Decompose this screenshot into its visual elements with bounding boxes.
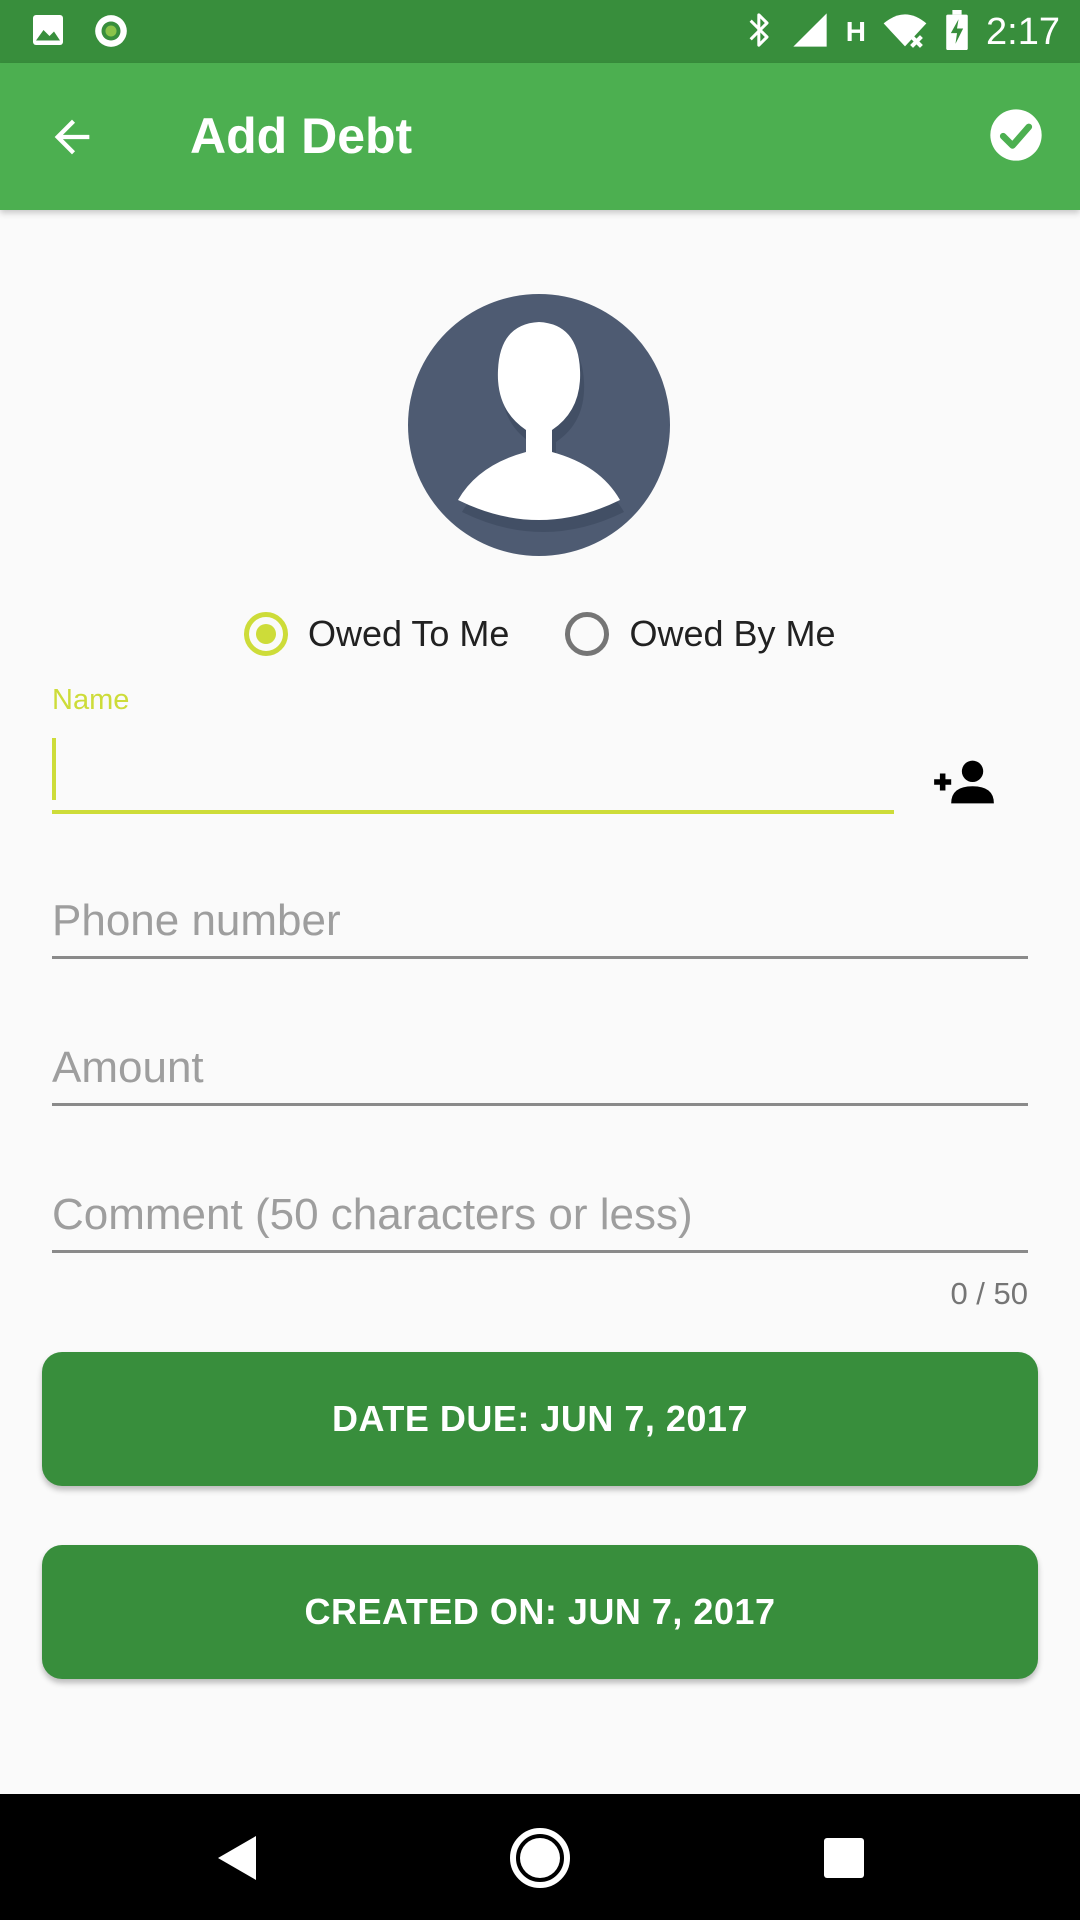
battery-charging-icon xyxy=(944,9,970,55)
nav-home-icon xyxy=(502,1828,578,1900)
phone-field[interactable]: Phone number xyxy=(52,876,1028,959)
amount-field[interactable]: Amount xyxy=(52,1023,1028,1106)
nav-recents-icon xyxy=(806,1838,882,1900)
radio-owed-by-me[interactable]: Owed By Me xyxy=(565,612,836,656)
signal-icon xyxy=(790,10,830,55)
comment-placeholder: Comment (50 characters or less) xyxy=(52,1190,693,1239)
add-debt-screen: H 2:17 Add Debt Owed To Me Owed By Me Na… xyxy=(0,0,1080,1920)
created-on-button[interactable]: CREATED ON: JUN 7, 2017 xyxy=(42,1545,1038,1679)
nav-home-button[interactable] xyxy=(502,1820,578,1896)
wifi-off-icon xyxy=(882,10,928,55)
text-cursor xyxy=(52,738,56,800)
nav-recents-button[interactable] xyxy=(806,1820,882,1896)
radio-label: Owed By Me xyxy=(629,613,836,654)
comment-field[interactable]: Comment (50 characters or less) xyxy=(52,1170,1028,1253)
phone-placeholder: Phone number xyxy=(52,896,341,945)
name-label: Name xyxy=(52,684,130,716)
avatar[interactable] xyxy=(408,294,670,556)
person-add-icon xyxy=(932,760,996,812)
radio-label: Owed To Me xyxy=(308,613,510,654)
person-avatar-icon xyxy=(408,294,670,560)
check-circle-icon xyxy=(988,109,1044,167)
app-bar: Add Debt xyxy=(0,63,1080,210)
status-bar: H 2:17 xyxy=(0,0,1080,63)
add-contact-button[interactable] xyxy=(932,756,996,808)
comment-char-counter: 0 / 50 xyxy=(950,1276,1028,1311)
image-icon xyxy=(30,12,66,55)
debt-type-radio-group: Owed To Me Owed By Me xyxy=(244,612,836,656)
radio-unchecked-icon xyxy=(565,612,610,656)
arrow-back-icon xyxy=(46,119,98,167)
nav-back-icon xyxy=(198,1836,274,1900)
name-field[interactable] xyxy=(52,730,894,814)
radio-checked-icon xyxy=(244,612,288,656)
radio-owed-to-me[interactable]: Owed To Me xyxy=(244,612,509,656)
nav-back-button[interactable] xyxy=(198,1820,274,1896)
bluetooth-icon xyxy=(746,10,774,55)
system-nav-bar xyxy=(0,1794,1080,1920)
network-type-label: H xyxy=(845,16,867,47)
page-title: Add Debt xyxy=(190,108,413,164)
date-due-button[interactable]: DATE DUE: JUN 7, 2017 xyxy=(42,1352,1038,1486)
status-time: 2:17 xyxy=(986,10,1060,53)
back-button[interactable] xyxy=(46,111,98,163)
circle-notification-icon xyxy=(92,12,130,55)
amount-placeholder: Amount xyxy=(52,1043,204,1092)
save-button[interactable] xyxy=(988,107,1044,163)
